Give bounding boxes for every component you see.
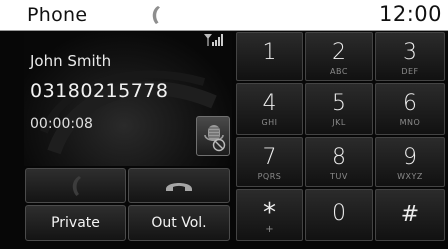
mic-mute-icon bbox=[204, 125, 226, 152]
key-digit: 7 bbox=[262, 145, 277, 170]
status-bar: Phone 12:00 bbox=[0, 0, 448, 31]
key-8[interactable]: 8 TUV bbox=[305, 137, 373, 187]
key-2[interactable]: 2 ABC bbox=[305, 32, 373, 81]
key-4[interactable]: 4 GHI bbox=[236, 83, 303, 135]
app-title: Phone bbox=[27, 4, 88, 26]
key-digit: 1 bbox=[262, 40, 277, 65]
private-button-label: Private bbox=[51, 215, 100, 231]
key-letters: MNO bbox=[399, 118, 421, 127]
key-digit: 0 bbox=[332, 201, 346, 226]
key-6[interactable]: 6 MNO bbox=[375, 83, 445, 135]
key-hash[interactable]: # bbox=[375, 189, 445, 241]
key-7[interactable]: 7 PQRS bbox=[236, 137, 303, 187]
key-9[interactable]: 9 WXYZ bbox=[375, 137, 445, 187]
key-digit: 6 bbox=[403, 91, 417, 116]
out-volume-button-label: Out Vol. bbox=[151, 215, 207, 231]
key-digit: 9 bbox=[403, 145, 417, 170]
phone-screen: Phone 12:00 John Smith 03180215778 00:00… bbox=[0, 0, 448, 249]
call-info-panel: John Smith 03180215778 00:00:08 bbox=[24, 32, 232, 166]
key-letters: PQRS bbox=[257, 172, 282, 181]
mic-mute-button[interactable] bbox=[196, 116, 230, 156]
key-star[interactable]: * + bbox=[236, 189, 303, 241]
accept-call-button[interactable] bbox=[25, 168, 126, 203]
key-letters: ABC bbox=[330, 67, 348, 76]
key-letters: GHI bbox=[261, 118, 278, 127]
end-call-icon bbox=[166, 182, 192, 191]
clock: 12:00 bbox=[378, 2, 442, 26]
key-digit: * bbox=[263, 198, 276, 228]
key-letters: JKL bbox=[332, 118, 346, 127]
key-3[interactable]: 3 DEF bbox=[375, 32, 445, 81]
key-letters: TUV bbox=[330, 172, 348, 181]
call-duration: 00:00:08 bbox=[30, 116, 93, 132]
key-0[interactable]: 0 bbox=[305, 189, 373, 241]
key-letters: DEF bbox=[401, 67, 419, 76]
key-digit: 5 bbox=[332, 91, 346, 116]
key-digit: 4 bbox=[262, 91, 277, 116]
key-digit: # bbox=[400, 202, 420, 227]
private-button[interactable]: Private bbox=[25, 205, 126, 241]
signal-bars-icon bbox=[204, 32, 224, 46]
key-letters: + bbox=[265, 224, 274, 235]
key-1[interactable]: 1 bbox=[236, 32, 303, 81]
caller-name: John Smith bbox=[30, 52, 112, 70]
out-volume-button[interactable]: Out Vol. bbox=[128, 205, 230, 241]
key-digit: 8 bbox=[332, 145, 346, 170]
caller-number: 03180215778 bbox=[30, 80, 169, 102]
key-digit: 3 bbox=[403, 40, 417, 65]
key-digit: 2 bbox=[332, 40, 346, 65]
handset-icon bbox=[149, 5, 163, 25]
key-5[interactable]: 5 JKL bbox=[305, 83, 373, 135]
phone-handset-icon bbox=[72, 175, 81, 196]
end-call-button[interactable] bbox=[128, 168, 230, 203]
key-letters: WXYZ bbox=[397, 172, 423, 181]
